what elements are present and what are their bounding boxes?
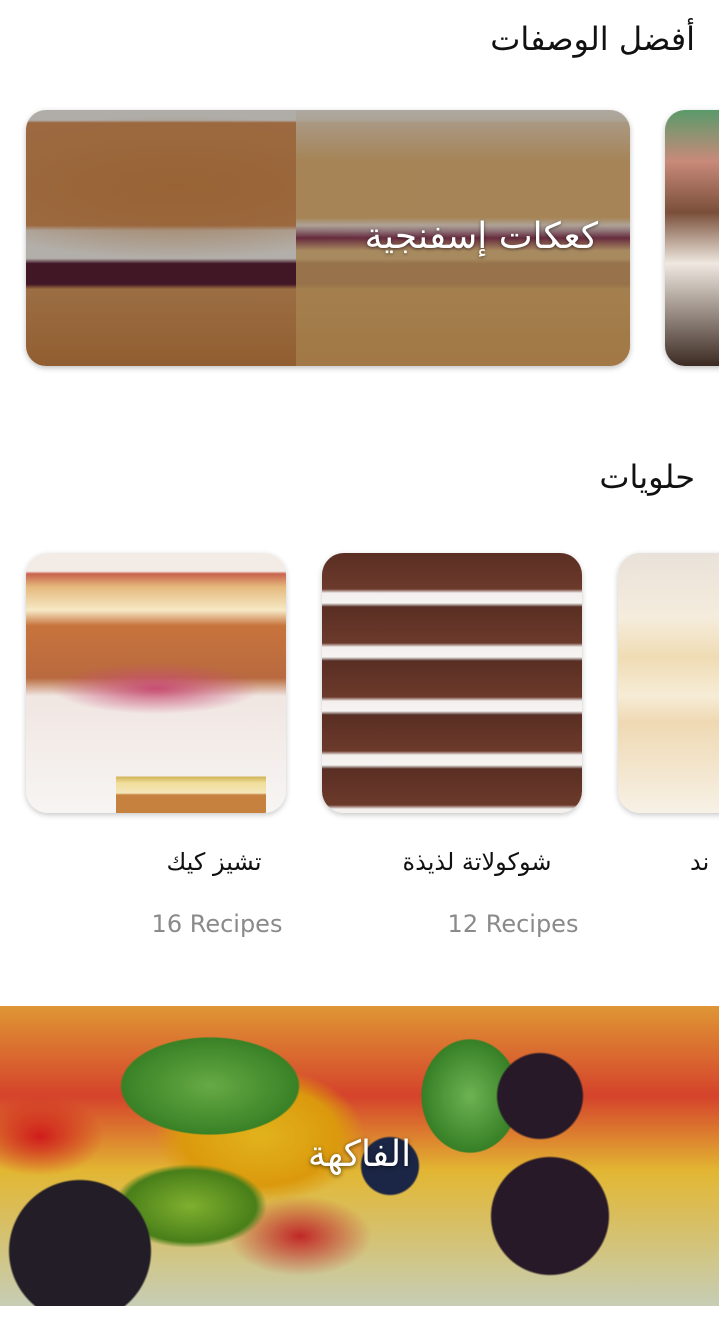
next-recipe-card-peek[interactable] (665, 110, 719, 366)
cheesecake-recipe-count: 16 Recipes (151, 910, 283, 938)
chocolate-title: شوكولاتة لذيذة (402, 848, 552, 876)
fruit-banner[interactable]: الفاكهة (0, 1006, 719, 1306)
sponge-cakes-label: كعكات إسفنجية (364, 216, 598, 257)
fruit-label: الفاكهة (307, 1134, 412, 1175)
sponge-cakes-card[interactable]: كعكات إسفنجية (26, 110, 630, 366)
recipes-screen: أفضل الوصفات كعكات إسفنجية حلويات تشيز ك… (0, 0, 719, 1337)
vanilla-cake-image (618, 553, 719, 813)
cheesecake-card[interactable] (26, 553, 286, 813)
sweets-title: حلويات (599, 458, 695, 496)
best-recipes-title: أفضل الوصفات (490, 20, 695, 58)
chocolate-card[interactable] (322, 553, 582, 813)
cheesecake-title: تشيز كيك (166, 848, 262, 876)
chocolate-recipe-count: 12 Recipes (447, 910, 579, 938)
chocolate-cookies-image (322, 553, 582, 813)
vanilla-cake-title: ند (690, 848, 710, 876)
vanilla-cake-card[interactable] (618, 553, 719, 813)
cheesecake-image (26, 553, 286, 813)
